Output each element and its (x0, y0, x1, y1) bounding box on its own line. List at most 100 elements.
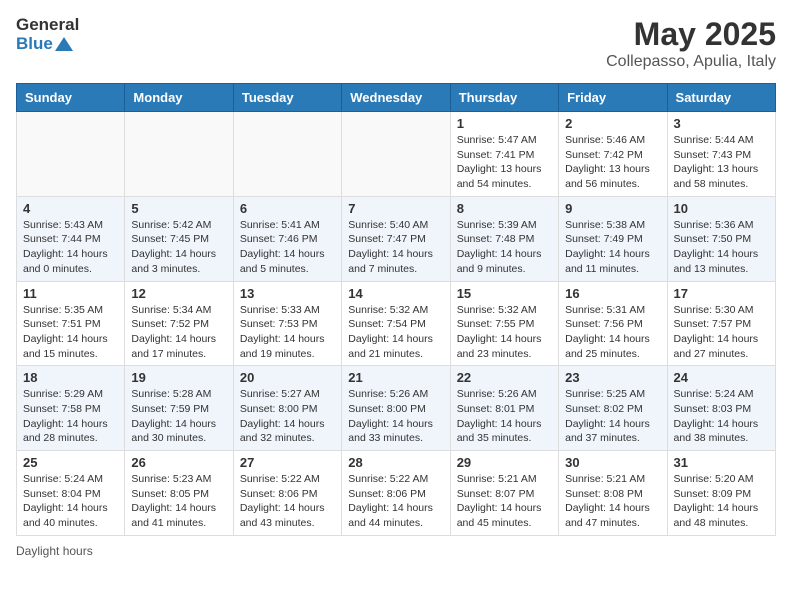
calendar-cell: 27Sunrise: 5:22 AM Sunset: 8:06 PM Dayli… (233, 451, 341, 536)
day-number: 8 (457, 201, 552, 216)
day-number: 12 (131, 286, 226, 301)
calendar-cell: 14Sunrise: 5:32 AM Sunset: 7:54 PM Dayli… (342, 281, 450, 366)
day-info: Sunrise: 5:44 AM Sunset: 7:43 PM Dayligh… (674, 133, 769, 192)
calendar-cell: 17 Sunrise: 5:30 AM Sunset: 7:57 PM Dayli… (667, 281, 775, 366)
calendar-cell: 12 Sunrise: 5:34 AM Sunset: 7:52 PM Dayli… (125, 281, 233, 366)
calendar-cell: 16 Sunrise: 5:31 AM Sunset: 7:56 PM Dayli… (559, 281, 667, 366)
day-info: Sunrise: 5:46 AM Sunset: 7:42 PM Dayligh… (565, 133, 660, 192)
calendar-cell: 19 Sunrise: 5:28 AM Sunset: 7:59 PM Dayli… (125, 366, 233, 451)
logo-blue: Blue (16, 35, 53, 54)
calendar-cell: 1 Sunrise: 5:47 AM Sunset: 7:41 PM Daylig… (450, 112, 558, 197)
day-number: 30 (565, 455, 660, 470)
calendar-cell (233, 112, 341, 197)
day-info: Sunrise: 5:30 AM Sunset: 7:57 PM Dayligh… (674, 303, 769, 362)
day-number: 9 (565, 201, 660, 216)
calendar-cell (17, 112, 125, 197)
calendar-cell: 10Sunrise: 5:36 AM Sunset: 7:50 PM Dayli… (667, 196, 775, 281)
day-info: Sunrise: 5:34 AM Sunset: 7:52 PM Dayligh… (131, 303, 226, 362)
calendar-week-row: 4Sunrise: 5:43 AM Sunset: 7:44 PM Daylig… (17, 196, 776, 281)
day-info: Sunrise: 5:33 AM Sunset: 7:53 PM Dayligh… (240, 303, 335, 362)
day-info: Sunrise: 5:40 AM Sunset: 7:47 PM Dayligh… (348, 218, 443, 277)
calendar-header-row: SundayMondayTuesdayWednesdayThursdayFrid… (17, 84, 776, 112)
calendar-cell: 13 Sunrise: 5:33 AM Sunset: 7:53 PM Dayli… (233, 281, 341, 366)
month-title: May 2025 (606, 16, 776, 53)
calendar-cell: 28Sunrise: 5:22 AM Sunset: 8:06 PM Dayli… (342, 451, 450, 536)
day-number: 27 (240, 455, 335, 470)
calendar-table: SundayMondayTuesdayWednesdayThursdayFrid… (16, 83, 776, 536)
day-info: Sunrise: 5:26 AM Sunset: 8:01 PM Dayligh… (457, 387, 552, 446)
calendar-cell: 11Sunrise: 5:35 AM Sunset: 7:51 PM Dayli… (17, 281, 125, 366)
calendar-cell: 24Sunrise: 5:24 AM Sunset: 8:03 PM Dayli… (667, 366, 775, 451)
day-number: 4 (23, 201, 118, 216)
calendar-cell (125, 112, 233, 197)
day-info: Sunrise: 5:21 AM Sunset: 8:08 PM Dayligh… (565, 472, 660, 531)
day-info: Sunrise: 5:42 AM Sunset: 7:45 PM Dayligh… (131, 218, 226, 277)
day-number: 14 (348, 286, 443, 301)
day-info: Sunrise: 5:39 AM Sunset: 7:48 PM Dayligh… (457, 218, 552, 277)
day-info: Sunrise: 5:32 AM Sunset: 7:55 PM Dayligh… (457, 303, 552, 362)
day-number: 13 (240, 286, 335, 301)
weekday-header: Thursday (450, 84, 558, 112)
day-number: 31 (674, 455, 769, 470)
day-number: 21 (348, 370, 443, 385)
location-subtitle: Collepasso, Apulia, Italy (606, 53, 776, 71)
page-header: General Blue May 2025 Collepasso, Apulia… (16, 16, 776, 71)
day-number: 20 (240, 370, 335, 385)
calendar-week-row: 25 Sunrise: 5:24 AM Sunset: 8:04 PM Dayli… (17, 451, 776, 536)
day-info: Sunrise: 5:24 AM Sunset: 8:03 PM Dayligh… (674, 387, 769, 446)
title-section: May 2025 Collepasso, Apulia, Italy (606, 16, 776, 71)
day-number: 17 (674, 286, 769, 301)
day-number: 26 (131, 455, 226, 470)
day-number: 29 (457, 455, 552, 470)
calendar-cell: 25 Sunrise: 5:24 AM Sunset: 8:04 PM Dayli… (17, 451, 125, 536)
calendar-cell: 30 Sunrise: 5:21 AM Sunset: 8:08 PM Dayli… (559, 451, 667, 536)
day-info: Sunrise: 5:29 AM Sunset: 7:58 PM Dayligh… (23, 387, 118, 446)
calendar-cell: 22 Sunrise: 5:26 AM Sunset: 8:01 PM Dayli… (450, 366, 558, 451)
calendar-cell: 21 Sunrise: 5:26 AM Sunset: 8:00 PM Dayli… (342, 366, 450, 451)
calendar-week-row: 18 Sunrise: 5:29 AM Sunset: 7:58 PM Dayli… (17, 366, 776, 451)
day-number: 19 (131, 370, 226, 385)
weekday-header: Sunday (17, 84, 125, 112)
daylight-label: Daylight hours (16, 544, 93, 558)
day-number: 16 (565, 286, 660, 301)
day-number: 2 (565, 116, 660, 131)
day-number: 25 (23, 455, 118, 470)
calendar-week-row: 11Sunrise: 5:35 AM Sunset: 7:51 PM Dayli… (17, 281, 776, 366)
calendar-cell: 6 Sunrise: 5:41 AM Sunset: 7:46 PM Daylig… (233, 196, 341, 281)
calendar-cell: 8 Sunrise: 5:39 AM Sunset: 7:48 PM Daylig… (450, 196, 558, 281)
calendar-cell: 5Sunrise: 5:42 AM Sunset: 7:45 PM Daylig… (125, 196, 233, 281)
day-info: Sunrise: 5:21 AM Sunset: 8:07 PM Dayligh… (457, 472, 552, 531)
day-info: Sunrise: 5:24 AM Sunset: 8:04 PM Dayligh… (23, 472, 118, 531)
calendar-cell: 26 Sunrise: 5:23 AM Sunset: 8:05 PM Dayli… (125, 451, 233, 536)
day-number: 3 (674, 116, 769, 131)
calendar-cell: 7Sunrise: 5:40 AM Sunset: 7:47 PM Daylig… (342, 196, 450, 281)
day-number: 22 (457, 370, 552, 385)
day-info: Sunrise: 5:38 AM Sunset: 7:49 PM Dayligh… (565, 218, 660, 277)
day-info: Sunrise: 5:47 AM Sunset: 7:41 PM Dayligh… (457, 133, 552, 192)
weekday-header: Friday (559, 84, 667, 112)
calendar-cell: 4Sunrise: 5:43 AM Sunset: 7:44 PM Daylig… (17, 196, 125, 281)
day-number: 10 (674, 201, 769, 216)
day-number: 1 (457, 116, 552, 131)
day-info: Sunrise: 5:35 AM Sunset: 7:51 PM Dayligh… (23, 303, 118, 362)
calendar-cell: 29 Sunrise: 5:21 AM Sunset: 8:07 PM Dayli… (450, 451, 558, 536)
day-info: Sunrise: 5:22 AM Sunset: 8:06 PM Dayligh… (348, 472, 443, 531)
calendar-cell: 23Sunrise: 5:25 AM Sunset: 8:02 PM Dayli… (559, 366, 667, 451)
day-info: Sunrise: 5:28 AM Sunset: 7:59 PM Dayligh… (131, 387, 226, 446)
day-info: Sunrise: 5:26 AM Sunset: 8:00 PM Dayligh… (348, 387, 443, 446)
day-number: 6 (240, 201, 335, 216)
calendar-cell (342, 112, 450, 197)
day-info: Sunrise: 5:31 AM Sunset: 7:56 PM Dayligh… (565, 303, 660, 362)
calendar-cell: 15Sunrise: 5:32 AM Sunset: 7:55 PM Dayli… (450, 281, 558, 366)
weekday-header: Monday (125, 84, 233, 112)
day-number: 18 (23, 370, 118, 385)
calendar-cell: 20 Sunrise: 5:27 AM Sunset: 8:00 PM Dayli… (233, 366, 341, 451)
calendar-cell: 31Sunrise: 5:20 AM Sunset: 8:09 PM Dayli… (667, 451, 775, 536)
day-info: Sunrise: 5:27 AM Sunset: 8:00 PM Dayligh… (240, 387, 335, 446)
logo-icon (55, 35, 73, 53)
day-info: Sunrise: 5:41 AM Sunset: 7:46 PM Dayligh… (240, 218, 335, 277)
day-info: Sunrise: 5:23 AM Sunset: 8:05 PM Dayligh… (131, 472, 226, 531)
weekday-header: Wednesday (342, 84, 450, 112)
day-number: 23 (565, 370, 660, 385)
footer: Daylight hours (16, 544, 776, 558)
